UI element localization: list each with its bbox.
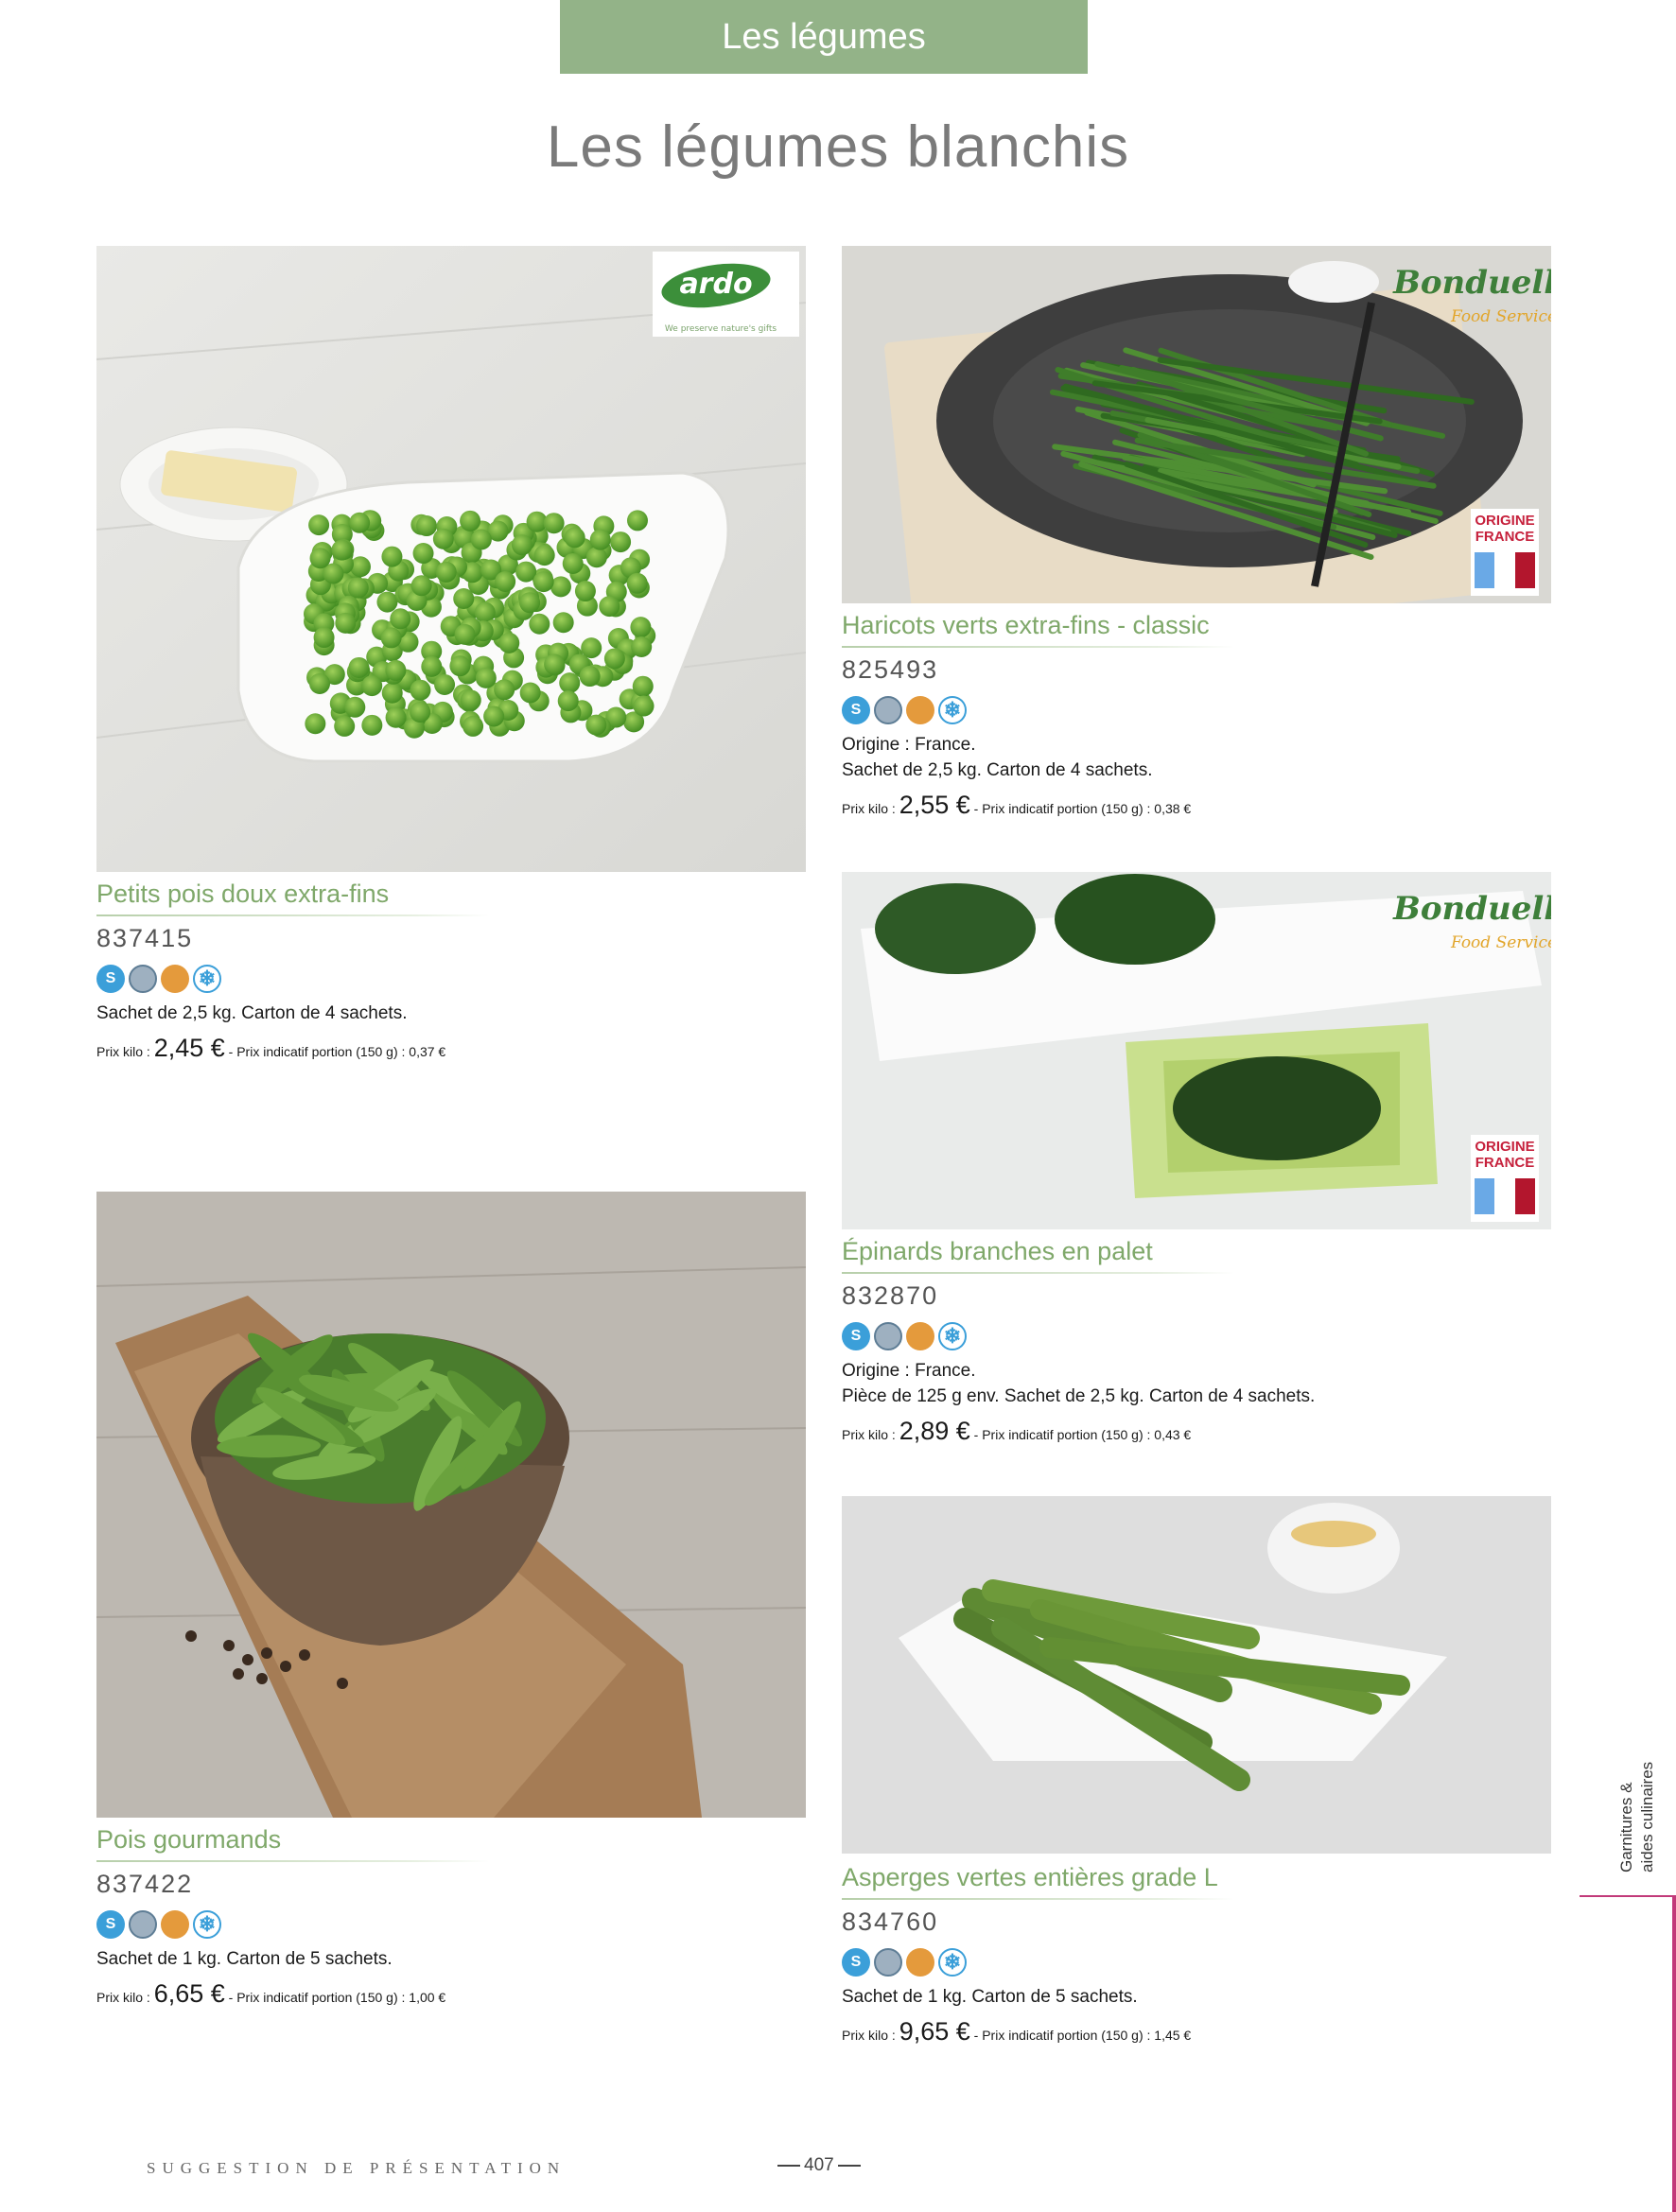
snowflake-icon: ❄ [193, 965, 221, 993]
product-icons: S ❄ [842, 1948, 1551, 1977]
product-epinards: Épinards branches en palet 832870 S ❄ Or… [842, 1237, 1551, 1446]
snowflake-icon: ❄ [193, 1910, 221, 1939]
product-icons: S ❄ [842, 1322, 1551, 1350]
snowflake-icon: ❄ [938, 696, 967, 724]
svg-text:Food Service: Food Service [1450, 933, 1551, 952]
ardo-logo-text: ardo [679, 268, 752, 301]
product-code: 834760 [842, 1907, 939, 1936]
page-title: Les légumes blanchis [546, 114, 1130, 180]
snowflake-icon: ❄ [938, 1948, 967, 1977]
surgele-s-icon: S [842, 696, 870, 724]
svg-text:Food Service: Food Service [1450, 307, 1551, 326]
snowflake-icon: ❄ [938, 1322, 967, 1350]
product-name: Haricots verts extra-fins - classic [842, 611, 1210, 639]
divider [842, 1272, 1234, 1274]
cuisson-icon [161, 1910, 189, 1939]
product-name: Épinards branches en palet [842, 1237, 1153, 1265]
asperges-photo [842, 1496, 1551, 1854]
product-name: Petits pois doux extra-fins [96, 880, 390, 908]
section-header: Les légumes [560, 0, 1088, 74]
footer-suggestion: SUGGESTION DE PRÉSENTATION [147, 2159, 567, 2177]
side-accent-bar [1672, 1895, 1676, 2212]
product-desc: Sachet de 1 kg. Carton de 5 sachets. [842, 1987, 1138, 2007]
surgele-s-icon: S [96, 1910, 125, 1939]
sachet-icon [129, 965, 157, 993]
product-petits-pois: Petits pois doux extra-fins 837415 S ❄ S… [96, 880, 759, 1063]
surgele-s-icon: S [96, 965, 125, 993]
product-desc: Sachet de 2,5 kg. Carton de 4 sachets. [96, 1003, 408, 1023]
sachet-icon [874, 1322, 902, 1350]
product-name: Pois gourmands [96, 1825, 282, 1854]
epinards-photo: Bonduelle Food Service ORIGINEFRANCE [842, 872, 1551, 1229]
product-asperges: Asperges vertes entières grade L 834760 … [842, 1863, 1551, 2047]
cuisson-icon [906, 696, 934, 724]
pois-gourmands-photo [96, 1192, 806, 1818]
product-pois-gourmands: Pois gourmands 837422 S ❄ Sachet de 1 kg… [96, 1825, 759, 2009]
product-icons: S ❄ [96, 965, 759, 993]
cuisson-icon [161, 965, 189, 993]
sachet-icon [874, 1948, 902, 1977]
product-name: Asperges vertes entières grade L [842, 1863, 1218, 1891]
product-origin: Origine : France. [842, 735, 976, 755]
cuisson-icon [906, 1322, 934, 1350]
product-icons: S ❄ [842, 696, 1551, 724]
product-desc: Pièce de 125 g env. Sachet de 2,5 kg. Ca… [842, 1386, 1316, 1406]
product-price: Prix kilo : 6,65 € - Prix indicatif port… [96, 1979, 446, 2008]
product-desc: Sachet de 1 kg. Carton de 5 sachets. [96, 1949, 393, 1969]
surgele-s-icon: S [842, 1948, 870, 1977]
sachet-icon [874, 696, 902, 724]
product-price: Prix kilo : 2,89 € - Prix indicatif port… [842, 1417, 1192, 1445]
bonduelle-logo-text: Bonduelle [1392, 264, 1551, 302]
origine-france-badge: ORIGINE FRANCE [1471, 509, 1539, 596]
page-number: 407 [777, 2155, 861, 2176]
product-code: 837422 [96, 1870, 194, 1898]
cuisson-icon [906, 1948, 934, 1977]
product-price: Prix kilo : 2,45 € - Prix indicatif port… [96, 1034, 446, 1062]
product-icons: S ❄ [96, 1910, 759, 1939]
svg-text:Bonduelle: Bonduelle [1392, 890, 1551, 928]
product-price: Prix kilo : 9,65 € - Prix indicatif port… [842, 2017, 1192, 2046]
product-code: 832870 [842, 1281, 939, 1310]
surgele-s-icon: S [842, 1322, 870, 1350]
divider [842, 646, 1234, 648]
side-accent-line [1580, 1895, 1676, 1897]
product-code: 825493 [842, 655, 939, 684]
svg-text:We preserve nature's gifts: We preserve nature's gifts [665, 324, 777, 334]
product-desc: Sachet de 2,5 kg. Carton de 4 sachets. [842, 760, 1153, 780]
product-haricots-verts: Haricots verts extra-fins - classic 8254… [842, 611, 1551, 820]
divider [842, 1898, 1234, 1900]
divider [96, 914, 489, 916]
product-price: Prix kilo : 2,55 € - Prix indicatif port… [842, 791, 1192, 819]
sachet-icon [129, 1910, 157, 1939]
product-origin: Origine : France. [842, 1361, 976, 1381]
side-section-label: Garnitures & aides culinaires [1617, 1761, 1656, 1872]
origine-france-badge: ORIGINE FRANCE [1471, 1135, 1539, 1222]
product-code: 837415 [96, 924, 194, 952]
divider [96, 1860, 489, 1862]
haricots-verts-photo: Bonduelle Food Service ORIGINEFRANCE [842, 246, 1551, 603]
petits-pois-photo: ardo We preserve nature's gifts [96, 246, 806, 872]
